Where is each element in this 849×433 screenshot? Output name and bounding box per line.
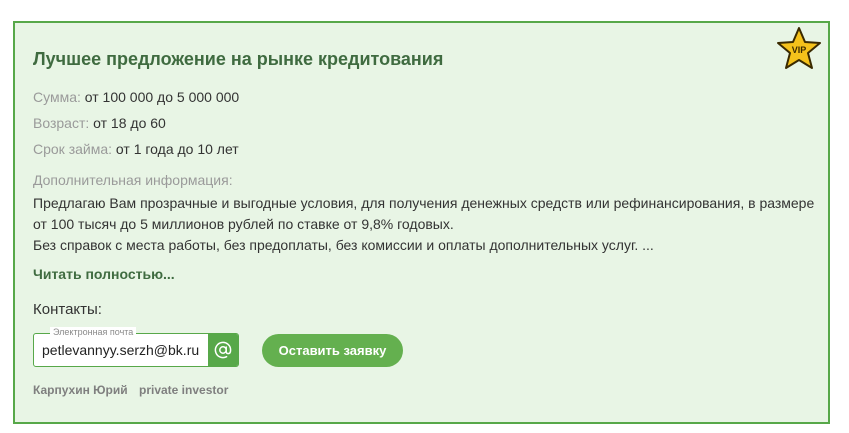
additional-info-label: Дополнительная информация: [33,172,233,188]
email-field[interactable]: Электронная почта petlevannyy.serzh@bk.r… [33,327,239,367]
age-value: от 18 до 60 [93,115,166,131]
amount-label: Сумма: [33,89,81,105]
contacts-heading: Контакты: [33,301,102,318]
author-name: Карпухин Юрий [33,383,128,397]
at-sign-icon[interactable] [208,334,238,366]
vip-badge-label: VIP [792,45,807,55]
term-row: Срок займа: от 1 года до 10 лет [33,141,239,157]
description-line: Без справок с места работы, без предопла… [33,237,654,253]
description-line: от 100 тысяч до 5 миллионов рублей по ст… [33,216,454,232]
email-value[interactable]: petlevannyy.serzh@bk.ru [42,342,199,358]
vip-star-badge: VIP [777,27,821,69]
author-role: private investor [139,383,229,397]
amount-value: от 100 000 до 5 000 000 [84,89,240,105]
term-value: от 1 года до 10 лет [115,141,239,157]
submit-application-button[interactable]: Оставить заявку [262,334,403,367]
description-line: Предлагаю Вам прозрачные и выгодные усло… [33,195,815,211]
offer-card: VIP Лучшее предложение на рынке кредитов… [13,21,830,424]
age-label: Возраст: [33,115,90,131]
age-row: Возраст: от 18 до 60 [33,115,166,131]
term-label: Срок займа: [33,141,113,157]
amount-row: Сумма: от 100 000 до 5 000 000 [33,89,239,105]
offer-description: Предлагаю Вам прозрачные и выгодные усло… [33,193,823,256]
offer-title: Лучшее предложение на рынке кредитования [33,49,444,69]
read-more-link[interactable]: Читать полностью... [33,266,175,282]
email-field-label: Электронная почта [50,327,137,337]
